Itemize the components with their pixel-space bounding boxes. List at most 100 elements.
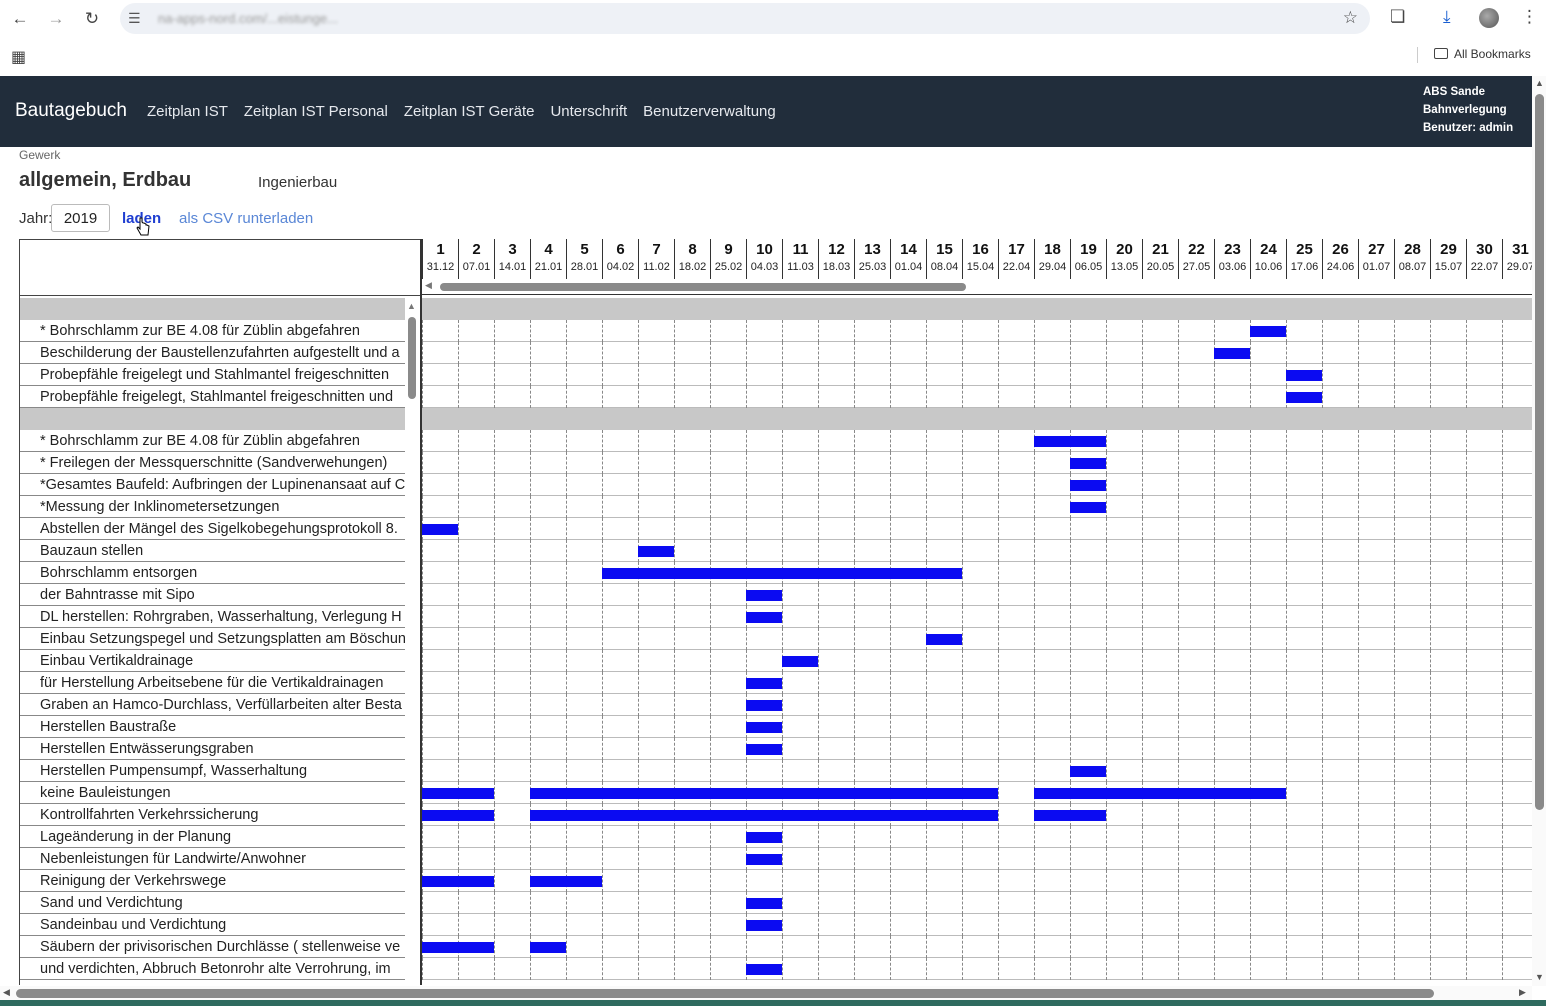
activity-bar[interactable]: [1250, 326, 1286, 337]
year-input[interactable]: [51, 204, 110, 232]
activity-bar[interactable]: [1286, 392, 1322, 403]
activity-bar[interactable]: [1070, 788, 1106, 799]
page-scroll-up-icon[interactable]: ▲: [1535, 78, 1544, 88]
activity-bar[interactable]: [638, 568, 674, 579]
activity-bar[interactable]: [1178, 788, 1214, 799]
page-horizontal-scrollbar[interactable]: ◀ ▶: [0, 986, 1532, 1000]
activity-bar[interactable]: [566, 788, 602, 799]
nav-benutzerverwaltung[interactable]: Benutzerverwaltung: [643, 103, 776, 120]
activity-bar[interactable]: [746, 832, 782, 843]
activity-bar[interactable]: [710, 810, 746, 821]
page-scroll-down-icon[interactable]: ▼: [1535, 972, 1544, 982]
activity-bar[interactable]: [746, 722, 782, 733]
activity-bar[interactable]: [1250, 788, 1286, 799]
labels-vertical-scrollbar[interactable]: ▲: [405, 299, 419, 985]
activity-bar[interactable]: [782, 568, 818, 579]
activity-bar[interactable]: [926, 810, 962, 821]
activity-bar[interactable]: [782, 788, 818, 799]
activity-bar[interactable]: [746, 568, 782, 579]
apps-grid-icon[interactable]: ▦: [11, 47, 26, 67]
activity-bar[interactable]: [1034, 436, 1070, 447]
activity-bar[interactable]: [422, 942, 458, 953]
scroll-up-icon[interactable]: ▲: [407, 301, 416, 311]
timeline-scroll-thumb[interactable]: [440, 283, 966, 291]
activity-bar[interactable]: [458, 942, 494, 953]
activity-bar[interactable]: [746, 920, 782, 931]
activity-bar[interactable]: [962, 810, 998, 821]
nav-zeitplan-ist-personal[interactable]: Zeitplan IST Personal: [244, 103, 388, 120]
labels-scroll-thumb[interactable]: [408, 317, 416, 399]
activity-bar[interactable]: [890, 568, 926, 579]
activity-bar[interactable]: [746, 810, 782, 821]
activity-bar[interactable]: [1070, 458, 1106, 469]
activity-bar[interactable]: [1034, 788, 1070, 799]
activity-bar[interactable]: [638, 546, 674, 557]
activity-bar[interactable]: [458, 788, 494, 799]
activity-bar[interactable]: [818, 788, 854, 799]
activity-bar[interactable]: [674, 568, 710, 579]
activity-bar[interactable]: [746, 854, 782, 865]
activity-bar[interactable]: [530, 942, 566, 953]
activity-bar[interactable]: [422, 788, 458, 799]
activity-bar[interactable]: [422, 876, 458, 887]
nav-zeitplan-ist-geraete[interactable]: Zeitplan IST Geräte: [404, 103, 535, 120]
activity-bar[interactable]: [710, 568, 746, 579]
activity-bar[interactable]: [818, 568, 854, 579]
activity-bar[interactable]: [1214, 348, 1250, 359]
nav-unterschrift[interactable]: Unterschrift: [550, 103, 627, 120]
activity-bar[interactable]: [530, 788, 566, 799]
page-vertical-scrollbar[interactable]: ▲ ▼: [1532, 76, 1546, 986]
activity-bar[interactable]: [1070, 436, 1106, 447]
activity-bar[interactable]: [458, 810, 494, 821]
activity-bar[interactable]: [674, 810, 710, 821]
activity-bar[interactable]: [890, 810, 926, 821]
activity-bar[interactable]: [746, 612, 782, 623]
activity-bar[interactable]: [674, 788, 710, 799]
activity-bar[interactable]: [530, 876, 566, 887]
activity-bar[interactable]: [746, 964, 782, 975]
activity-bar[interactable]: [854, 568, 890, 579]
activity-bar[interactable]: [746, 788, 782, 799]
profile-avatar[interactable]: [1479, 8, 1499, 28]
activity-bar[interactable]: [782, 810, 818, 821]
brand-link[interactable]: Bautagebuch: [15, 100, 127, 122]
activity-bar[interactable]: [566, 876, 602, 887]
activity-bar[interactable]: [422, 524, 458, 535]
bookmark-star-icon[interactable]: ☆: [1343, 8, 1358, 28]
all-bookmarks-button[interactable]: All Bookmarks: [1434, 47, 1531, 61]
back-arrow-icon[interactable]: ←: [9, 8, 31, 30]
activity-bar[interactable]: [746, 678, 782, 689]
activity-bar[interactable]: [1070, 480, 1106, 491]
scroll-left-icon[interactable]: ◀: [425, 280, 432, 291]
page-hscroll-thumb[interactable]: [16, 989, 1434, 998]
activity-bar[interactable]: [422, 810, 458, 821]
activity-bar[interactable]: [926, 568, 962, 579]
activity-bar[interactable]: [602, 788, 638, 799]
activity-bar[interactable]: [1286, 370, 1322, 381]
activity-bar[interactable]: [602, 568, 638, 579]
activity-bar[interactable]: [1070, 502, 1106, 513]
page-scroll-right-icon[interactable]: ▶: [1519, 987, 1526, 998]
activity-bar[interactable]: [1070, 766, 1106, 777]
activity-bar[interactable]: [1106, 788, 1142, 799]
activity-bar[interactable]: [926, 788, 962, 799]
address-bar[interactable]: ☰ na-apps-nord.com/...eistunge... ☆: [120, 3, 1370, 34]
extensions-icon[interactable]: ❏: [1390, 7, 1405, 27]
csv-download-link[interactable]: als CSV runterladen: [179, 210, 313, 227]
activity-bar[interactable]: [602, 810, 638, 821]
site-settings-icon[interactable]: ☰: [128, 10, 141, 27]
activity-bar[interactable]: [746, 898, 782, 909]
activity-bar[interactable]: [890, 788, 926, 799]
activity-bar[interactable]: [1142, 788, 1178, 799]
activity-bar[interactable]: [746, 590, 782, 601]
download-icon[interactable]: ⤓: [1443, 7, 1451, 27]
activity-bar[interactable]: [962, 788, 998, 799]
activity-bar[interactable]: [638, 788, 674, 799]
activity-bar[interactable]: [854, 810, 890, 821]
activity-bar[interactable]: [818, 810, 854, 821]
activity-bar[interactable]: [1034, 810, 1070, 821]
activity-bar[interactable]: [458, 876, 494, 887]
timeline-horizontal-scrollbar[interactable]: ◀: [422, 280, 1532, 294]
page-vscroll-thumb[interactable]: [1535, 94, 1544, 810]
activity-bar[interactable]: [1070, 810, 1106, 821]
